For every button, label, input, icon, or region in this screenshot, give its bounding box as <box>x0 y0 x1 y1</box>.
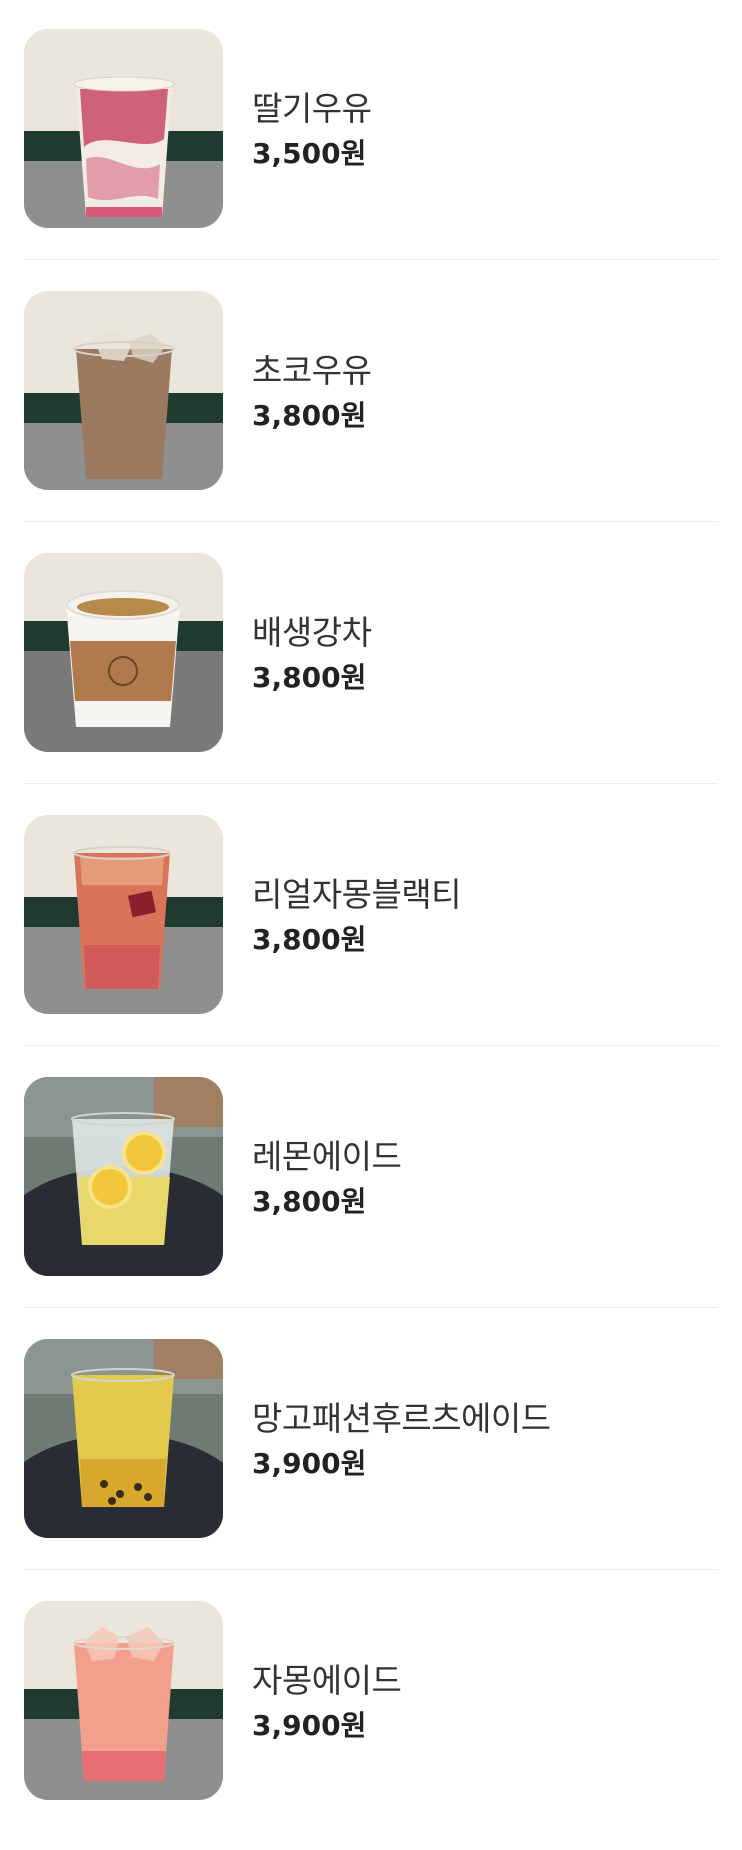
pear-ginger-tea-photo <box>24 553 223 752</box>
item-name: 리얼자몽블랙티 <box>252 875 462 914</box>
item-name: 망고패션후르츠에이드 <box>252 1399 551 1438</box>
menu-item-pear-ginger-tea[interactable]: 배생강차 3,800원 <box>0 524 742 786</box>
menu-item-grapefruit-black-tea[interactable]: 리얼자몽블랙티 3,800원 <box>0 786 742 1048</box>
item-name: 초코우유 <box>252 351 372 390</box>
item-price: 3,800원 <box>252 923 367 956</box>
mango-passionfruit-ade-photo <box>24 1339 223 1538</box>
item-price: 3,500원 <box>252 137 367 170</box>
menu-item-lemonade[interactable]: 레몬에이드 3,800원 <box>0 1048 742 1310</box>
chocolate-milk-photo <box>24 291 223 490</box>
divider <box>24 783 718 784</box>
item-name: 배생강차 <box>252 613 372 652</box>
divider <box>24 1045 718 1046</box>
menu-item-chocolate-milk[interactable]: 초코우유 3,800원 <box>0 262 742 524</box>
strawberry-milk-photo <box>24 29 223 228</box>
divider <box>24 521 718 522</box>
item-price: 3,800원 <box>252 661 367 694</box>
menu-list: 딸기우유 3,500원 초코우유 3,800원 배생강차 3,800원 리얼자몽… <box>0 0 742 1850</box>
grapefruit-black-tea-photo <box>24 815 223 1014</box>
menu-item-mango-passionfruit-ade[interactable]: 망고패션후르츠에이드 3,900원 <box>0 1310 742 1572</box>
lemonade-photo <box>24 1077 223 1276</box>
item-name: 레몬에이드 <box>252 1137 402 1176</box>
item-price: 3,900원 <box>252 1709 367 1742</box>
divider <box>24 1569 718 1570</box>
menu-item-strawberry-milk[interactable]: 딸기우유 3,500원 <box>0 0 742 262</box>
divider <box>24 259 718 260</box>
item-name: 자몽에이드 <box>252 1661 402 1700</box>
item-price: 3,800원 <box>252 1185 367 1218</box>
divider <box>24 1307 718 1308</box>
menu-item-grapefruit-ade[interactable]: 자몽에이드 3,900원 <box>0 1572 742 1834</box>
grapefruit-ade-photo <box>24 1601 223 1800</box>
item-price: 3,900원 <box>252 1447 367 1480</box>
item-name: 딸기우유 <box>252 89 372 128</box>
item-price: 3,800원 <box>252 399 367 432</box>
